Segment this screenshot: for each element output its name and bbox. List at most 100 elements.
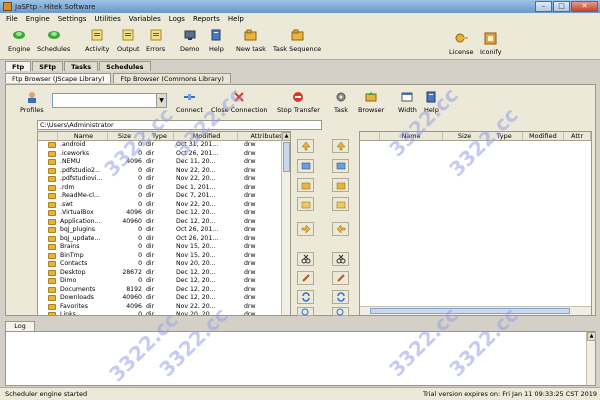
log-area[interactable]: ▲ <box>5 331 596 386</box>
table-row[interactable]: Favorites 4096 dir Nov 22, 20... drw <box>38 303 290 312</box>
table-row[interactable]: BinTmp 0 dir Nov 15, 20... drw <box>38 252 290 261</box>
remote-column-size[interactable]: Size <box>443 132 487 140</box>
maximize-button[interactable]: □ <box>553 1 570 12</box>
remote-open-folder-button[interactable] <box>332 197 349 211</box>
scroll-up-icon[interactable]: ▲ <box>282 132 290 141</box>
task-button[interactable]: Task <box>334 90 348 114</box>
width-button[interactable]: Width <box>398 90 417 114</box>
table-row[interactable]: .iceworks 0 dir Oct 26, 201... drw <box>38 150 290 159</box>
close-button[interactable]: ✕ <box>571 1 598 12</box>
iconify-button[interactable]: Iconify <box>480 31 501 56</box>
column-size[interactable]: Size <box>108 132 144 140</box>
refresh-button[interactable] <box>297 159 314 173</box>
tab-schedules[interactable]: Schedules <box>99 61 151 71</box>
menu-logs[interactable]: Logs <box>169 15 185 23</box>
table-row[interactable]: .pdfstudio2... 0 dir Nov 22, 20... drw <box>38 167 290 176</box>
table-row[interactable]: Application... 40960 dir Dec 12, 20... drw <box>38 218 290 227</box>
column-name[interactable]: Name <box>58 132 108 140</box>
open-folder-button[interactable] <box>297 197 314 211</box>
menu-engine[interactable]: Engine <box>26 15 50 23</box>
table-row[interactable]: .android 0 dir Oct 31, 201... drw <box>38 141 290 150</box>
license-button[interactable]: License <box>449 31 474 56</box>
tab-ftp[interactable]: Ftp <box>5 61 32 71</box>
demo-button[interactable]: Demo <box>180 28 199 53</box>
remote-column-attributes[interactable]: Attr <box>564 132 591 140</box>
table-row[interactable]: .swt 0 dir Nov 22, 20... drw <box>38 201 290 210</box>
local-path-field[interactable]: C:\Users\Administrator <box>37 120 322 130</box>
output-button[interactable]: Output <box>117 28 140 53</box>
tab-log[interactable]: Log <box>5 321 35 331</box>
table-row[interactable]: .ReadMe-cl... 0 dir Dec 7, 201... drw <box>38 192 290 201</box>
menu-settings[interactable]: Settings <box>58 15 87 23</box>
remote-column-type[interactable]: Type <box>487 132 523 140</box>
menu-utilities[interactable]: Utilities <box>94 15 120 23</box>
right-arrow-icon <box>301 224 310 234</box>
connect-button[interactable]: Connect <box>176 90 203 114</box>
search-button[interactable] <box>297 307 314 316</box>
table-row[interactable]: .VirtualBox 4096 dir Dec 12, 20... drw <box>38 209 290 218</box>
log-scrollbar[interactable]: ▲ <box>586 332 596 385</box>
schedules-button[interactable]: Schedules <box>37 28 70 53</box>
file-type: dir <box>146 175 155 182</box>
table-row[interactable]: Desktop 28672 dir Dec 12, 20... drw <box>38 269 290 278</box>
table-row[interactable]: Contacts 0 dir Nov 20, 20... drw <box>38 260 290 269</box>
local-action-column <box>293 131 318 316</box>
help-button[interactable]: Help <box>209 28 224 53</box>
remote-up-arrow-button[interactable] <box>332 139 349 153</box>
menu-help[interactable]: Help <box>228 15 244 23</box>
remote-hscroll-thumb[interactable] <box>370 308 570 314</box>
upload-button[interactable] <box>297 222 314 236</box>
tab-sftp[interactable]: SFtp <box>32 61 64 71</box>
remote-hscrollbar[interactable] <box>360 306 591 315</box>
download-button[interactable] <box>332 222 349 236</box>
stop-transfer-button[interactable]: Stop Transfer <box>277 90 320 114</box>
column-modified[interactable]: Modified <box>174 132 238 140</box>
table-row[interactable]: Documents 8192 dir Dec 12, 20... drw <box>38 286 290 295</box>
menu-variables[interactable]: Variables <box>129 15 161 23</box>
table-row[interactable]: Downloads 40960 dir Dec 12, 20... drw <box>38 294 290 303</box>
task-sequence-button[interactable]: Task Sequence <box>273 28 321 53</box>
activity-button[interactable]: Activity <box>85 28 109 53</box>
column-type[interactable]: Type <box>144 132 174 140</box>
remote-edit-button[interactable] <box>332 271 349 285</box>
tab-commons-browser[interactable]: Ftp Browser (Commons Library) <box>113 73 231 83</box>
table-row[interactable]: .rdm 0 dir Dec 1, 201... drw <box>38 184 290 193</box>
sync-button[interactable] <box>297 290 314 304</box>
remote-column-name[interactable]: Name <box>380 132 444 140</box>
tab-tasks[interactable]: Tasks <box>64 61 99 71</box>
remote-cut-button[interactable] <box>332 252 349 266</box>
profile-select[interactable]: ▼ <box>52 93 167 108</box>
remote-refresh-button[interactable] <box>332 159 349 173</box>
minimize-button[interactable]: – <box>535 1 552 12</box>
remote-column-modified[interactable]: Modified <box>523 132 565 140</box>
menu-file[interactable]: File <box>6 15 18 23</box>
table-row[interactable]: Brains 0 dir Nov 15, 20... drw <box>38 243 290 252</box>
table-row[interactable]: .NEMU 4096 dir Dec 11, 20... drw <box>38 158 290 167</box>
new-task-button[interactable]: New task <box>236 28 266 53</box>
table-row[interactable]: .pdfstudiovi... 0 dir Nov 22, 20... drw <box>38 175 290 184</box>
scroll-up-icon[interactable]: ▲ <box>587 332 596 341</box>
close-connection-button[interactable]: Close Connection <box>211 90 268 114</box>
new-folder-button[interactable] <box>297 178 314 192</box>
cut-button[interactable] <box>297 252 314 266</box>
menu-reports[interactable]: Reports <box>193 15 220 23</box>
tab-jscape-browser[interactable]: Ftp Browser (JScape Library) <box>5 73 112 83</box>
table-row[interactable]: Links 0 dir Nov 20, 20... drw <box>38 311 290 315</box>
remote-search-button[interactable] <box>332 307 349 316</box>
table-row[interactable]: Dimo 0 dir Dec 12, 20... drw <box>38 277 290 286</box>
remote-new-folder-button[interactable] <box>332 178 349 192</box>
chevron-down-icon[interactable]: ▼ <box>156 94 166 107</box>
edit-button[interactable] <box>297 271 314 285</box>
errors-button[interactable]: Errors <box>146 28 165 53</box>
table-row[interactable]: bqj_plugins 0 dir Oct 26, 201... drw <box>38 226 290 235</box>
engine-button[interactable]: Engine <box>8 28 30 53</box>
panel-help-button[interactable]: Help <box>424 90 439 114</box>
scroll-thumb[interactable] <box>283 142 290 172</box>
browser-button[interactable]: Browser <box>358 90 384 114</box>
local-scrollbar[interactable]: ▲ <box>281 132 290 315</box>
table-row[interactable]: bqj_update... 0 dir Oct 26, 201... drw <box>38 235 290 244</box>
up-arrow-button[interactable] <box>297 139 314 153</box>
remote-sync-button[interactable] <box>332 290 349 304</box>
profiles-button[interactable]: Profiles <box>20 90 44 114</box>
file-name: bqj_update... <box>60 234 101 242</box>
